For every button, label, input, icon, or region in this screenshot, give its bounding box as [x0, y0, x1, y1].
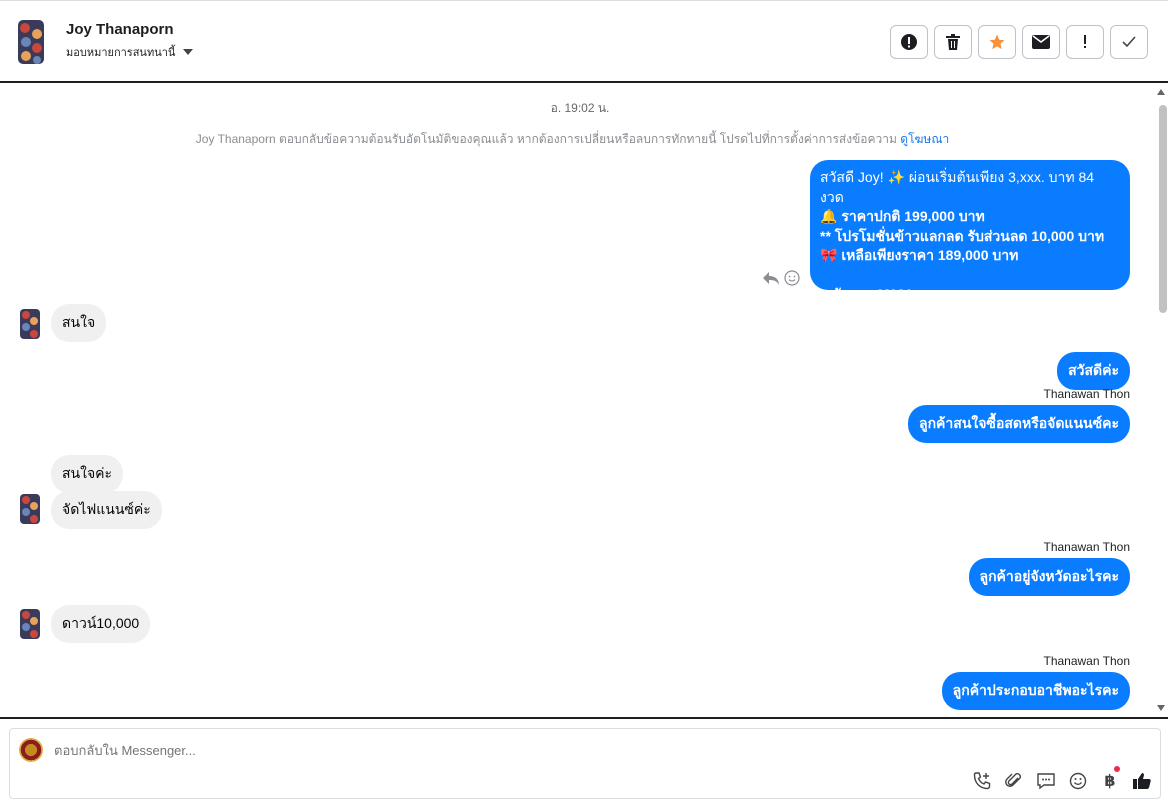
system-message: Joy Thanaporn ตอบกลับข้อความต้อนรับอัตโน… [0, 130, 1145, 149]
system-message-text: Joy Thanaporn ตอบกลับข้อความต้อนรับอัตโน… [195, 132, 897, 146]
emoji-icon[interactable] [1068, 771, 1088, 791]
sender-name: Thanawan Thon [1043, 540, 1130, 554]
outgoing-message[interactable]: สวัสดีค่ะ [1057, 352, 1130, 390]
mark-done-button[interactable] [1110, 25, 1148, 59]
assign-conversation-dropdown[interactable]: มอบหมายการสนทนานี้ [66, 43, 194, 61]
trash-icon [946, 34, 960, 50]
incoming-message[interactable]: จัดไฟแนนซ์ค่ะ [51, 491, 162, 529]
greeting-line: 🔔 ราคาปกติ 199,000 บาท [820, 208, 985, 224]
greeting-line: สวัสดี Joy! ✨ ผ่อนเริ่มต้นเพียง 3,xxx. บ… [820, 169, 1095, 205]
assign-label: มอบหมายการสนทนานี้ [66, 47, 176, 59]
sender-name: Thanawan Thon [1043, 387, 1130, 401]
follow-up-button[interactable] [1066, 25, 1104, 59]
notification-dot [1113, 766, 1120, 772]
reply-input[interactable] [54, 743, 854, 758]
baht-symbol: ฿ [1104, 766, 1120, 791]
scrollbar-thumb[interactable] [1159, 105, 1167, 313]
conversation-header: Joy Thanaporn มอบหมายการสนทนานี้ [0, 0, 1168, 82]
contact-avatar-small[interactable] [20, 309, 40, 339]
incoming-message[interactable]: ดาวน์10,000 [51, 605, 151, 643]
exclamation-icon [1084, 35, 1086, 48]
page-avatar [19, 738, 43, 762]
contact-name[interactable]: Joy Thanaporn [66, 21, 174, 38]
scroll-up-arrow[interactable] [1157, 89, 1165, 95]
star-icon [989, 34, 1005, 50]
mark-unread-button[interactable] [1022, 25, 1060, 59]
baht-label: ฿ [1104, 773, 1116, 790]
greeting-line: 🎀 เหลือเพียงราคา 189,000 บาท [820, 247, 1019, 263]
reply-icon[interactable] [762, 270, 780, 291]
header-actions [890, 25, 1148, 59]
composer-tools: ฿ [972, 766, 1152, 791]
react-emoji-icon[interactable] [784, 270, 800, 291]
message-timestamp: อ. 19:02 น. [550, 101, 610, 115]
outgoing-message[interactable]: ลูกค้าสนใจซื้อสดหรือจัดแนนซ์คะ [908, 405, 1130, 443]
greeting-message[interactable]: สวัสดี Joy! ✨ ผ่อนเริ่มต้นเพียง 3,xxx. บ… [810, 160, 1130, 302]
greeting-line: ** โปรโมชั่นข้าวแลกลด รับส่วนลด 10,000 บ… [820, 227, 1105, 244]
saved-reply-icon[interactable] [1036, 771, 1056, 791]
outgoing-message[interactable]: ลูกค้าประกอบอาชีพอะไรคะ [941, 672, 1130, 710]
greeting-line: รหัสรถ : M021 [824, 286, 913, 302]
view-ad-link[interactable]: ดูโฆษณา [900, 132, 949, 146]
scroll-down-arrow[interactable] [1157, 705, 1165, 711]
incoming-message[interactable]: สนใจค่ะ [51, 455, 124, 493]
mark-spam-icon [901, 34, 917, 50]
greeting-line [820, 266, 1120, 286]
contact-avatar[interactable] [18, 20, 44, 64]
sender-name: Thanawan Thon [1043, 654, 1130, 668]
thumbs-up-icon[interactable] [1132, 771, 1152, 791]
checkmark-icon [1122, 36, 1136, 48]
contact-avatar-small[interactable] [20, 494, 40, 524]
message-composer: ฿ [9, 728, 1161, 799]
incoming-message[interactable]: สนใจ [51, 304, 107, 342]
contact-avatar-small[interactable] [20, 609, 40, 639]
phone-add-icon[interactable] [972, 771, 992, 791]
delete-button[interactable] [934, 25, 972, 59]
caret-down-icon [183, 49, 194, 55]
star-button[interactable] [978, 25, 1016, 59]
envelope-icon [1032, 35, 1050, 49]
baht-icon[interactable]: ฿ [1100, 766, 1120, 791]
messenger-app: Joy Thanaporn มอบหมายการสนทนานี้ อ. 19:0… [0, 0, 1168, 799]
outgoing-message[interactable]: ลูกค้าอยู่จังหวัดอะไรคะ [968, 558, 1130, 596]
paperclip-icon[interactable] [1004, 771, 1024, 791]
message-thread[interactable]: อ. 19:02 น. Joy Thanaporn ตอบกลับข้อความ… [0, 81, 1168, 719]
mark-spam-button[interactable] [890, 25, 928, 59]
